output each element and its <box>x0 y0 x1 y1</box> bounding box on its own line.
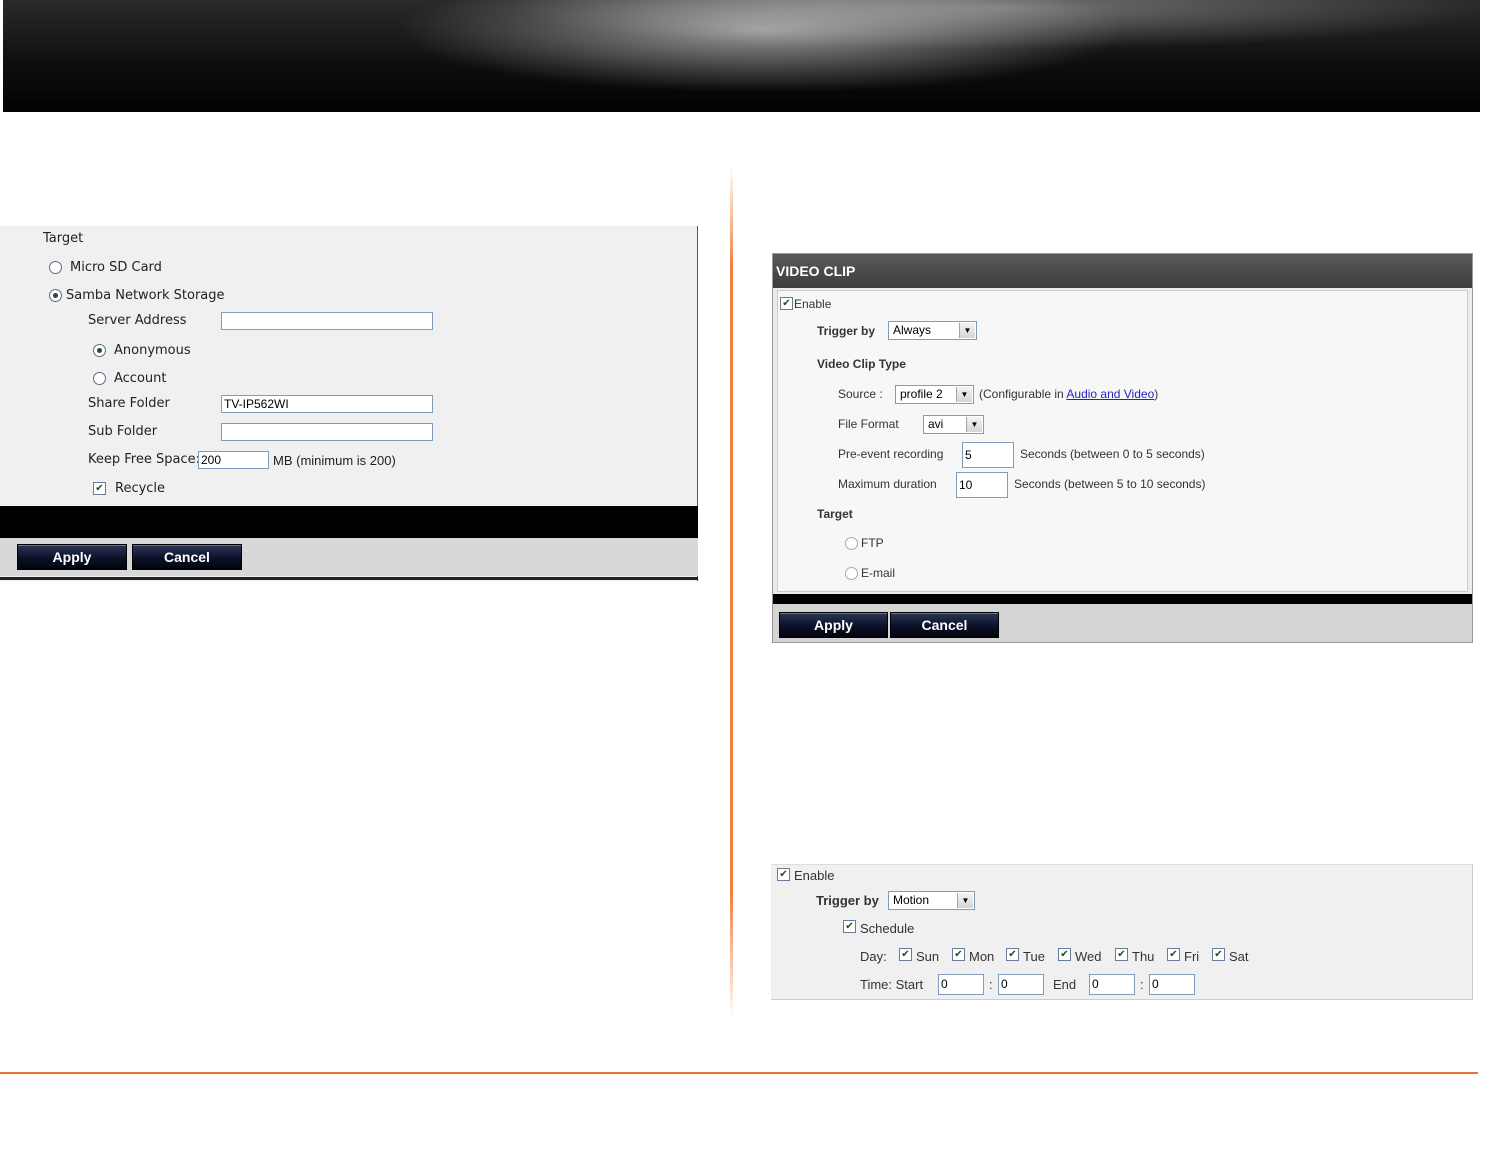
max-duration-input[interactable]: 10 <box>956 472 1008 498</box>
time-colon: : <box>989 977 993 992</box>
ftp-radio[interactable] <box>845 537 858 550</box>
ftp-label: FTP <box>861 536 884 550</box>
pre-event-label: Pre-event recording <box>838 447 944 461</box>
keep-free-input[interactable]: 200 <box>198 451 269 469</box>
apply-button[interactable]: Apply <box>779 612 888 638</box>
keep-free-label: Keep Free Space: <box>88 452 200 467</box>
video-clip-title: VIDEO CLIP <box>773 254 1472 288</box>
day-sun-label: Sun <box>916 949 940 964</box>
anonymous-label: Anonymous <box>114 343 191 358</box>
enable-label: Enable <box>794 297 832 311</box>
end-minute-input[interactable]: 0 <box>1149 974 1195 995</box>
target-label: Target <box>817 507 853 521</box>
day-fri-label: Fri <box>1184 949 1200 964</box>
audio-video-link[interactable]: Audio and Video <box>1066 387 1154 401</box>
target-label: Target <box>43 231 84 246</box>
pre-event-note: Seconds (between 0 to 5 seconds) <box>1020 447 1205 461</box>
day-thu-label: Thu <box>1132 949 1155 964</box>
start-hour-input[interactable]: 0 <box>938 974 984 995</box>
header-banner <box>3 0 1480 112</box>
anonymous-radio[interactable] <box>93 344 106 357</box>
footer-rule <box>0 1072 1478 1074</box>
day-fri-checkbox[interactable]: ✔ <box>1167 948 1180 961</box>
enable-checkbox[interactable]: ✔ <box>777 868 790 881</box>
day-sat-checkbox[interactable]: ✔ <box>1212 948 1225 961</box>
chevron-down-icon: ▼ <box>959 323 975 338</box>
email-radio[interactable] <box>845 567 858 580</box>
chevron-down-icon: ▼ <box>966 417 982 432</box>
account-radio[interactable] <box>93 372 106 385</box>
end-label: End <box>1053 977 1077 992</box>
micro-sd-radio[interactable] <box>49 261 62 274</box>
email-label: E-mail <box>861 566 896 580</box>
start-minute-input[interactable]: 0 <box>998 974 1044 995</box>
time-colon: : <box>1140 977 1144 992</box>
server-address-input[interactable] <box>221 312 433 330</box>
trigger-label: Trigger by <box>816 893 879 908</box>
max-duration-note: Seconds (between 5 to 10 seconds) <box>1014 477 1206 491</box>
chevron-down-icon: ▼ <box>956 387 972 402</box>
day-mon-checkbox[interactable]: ✔ <box>952 948 965 961</box>
cancel-button[interactable]: Cancel <box>890 612 999 638</box>
share-folder-input[interactable]: TV-IP562WI <box>221 395 433 413</box>
sub-folder-label: Sub Folder <box>88 424 158 439</box>
samba-label: Samba Network Storage <box>66 288 225 303</box>
end-hour-input[interactable]: 0 <box>1089 974 1135 995</box>
enable-label: Enable <box>794 868 835 883</box>
file-format-label: File Format <box>838 417 899 431</box>
chevron-down-icon: ▼ <box>957 893 973 908</box>
day-thu-checkbox[interactable]: ✔ <box>1115 948 1128 961</box>
keep-free-unit: MB (minimum is 200) <box>273 453 396 468</box>
source-label: Source : <box>838 387 883 401</box>
pre-event-input[interactable]: 5 <box>962 442 1014 468</box>
recycle-checkbox[interactable]: ✔ <box>93 482 106 495</box>
source-note: (Configurable in Audio and Video) <box>979 387 1159 401</box>
trigger-label: Trigger by <box>817 324 876 338</box>
cancel-button[interactable]: Cancel <box>132 544 242 570</box>
trigger-select[interactable]: Always ▼ <box>888 321 977 340</box>
samba-radio[interactable] <box>49 289 62 302</box>
day-sat-label: Sat <box>1229 949 1249 964</box>
day-sun-checkbox[interactable]: ✔ <box>899 948 912 961</box>
day-wed-label: Wed <box>1075 949 1102 964</box>
share-folder-label: Share Folder <box>88 396 170 411</box>
schedule-label: Schedule <box>860 921 915 936</box>
max-duration-label: Maximum duration <box>838 477 937 491</box>
time-start-label: Time: Start <box>860 977 924 992</box>
sub-folder-input[interactable] <box>221 423 433 441</box>
column-divider <box>730 165 733 1020</box>
micro-sd-label: Micro SD Card <box>70 260 162 275</box>
schedule-checkbox[interactable]: ✔ <box>843 920 856 933</box>
server-address-label: Server Address <box>88 313 187 328</box>
trigger-select[interactable]: Motion ▼ <box>888 891 975 910</box>
apply-button[interactable]: Apply <box>17 544 127 570</box>
enable-checkbox[interactable]: ✔ <box>780 297 793 310</box>
day-mon-label: Mon <box>969 949 995 964</box>
motion-schedule-panel: ✔ Enable Trigger by Motion ▼ ✔ Schedule … <box>771 864 1473 1000</box>
source-select[interactable]: profile 2 ▼ <box>895 385 974 404</box>
clip-type-label: Video Clip Type <box>817 357 906 371</box>
video-clip-panel: VIDEO CLIP ✔ Enable Trigger by Always ▼ … <box>772 253 1473 643</box>
account-label: Account <box>114 371 167 386</box>
recycle-label: Recycle <box>115 481 166 496</box>
file-format-select[interactable]: avi ▼ <box>923 415 984 434</box>
day-label: Day: <box>860 949 887 964</box>
storage-target-panel: Target Micro SD Card Samba Network Stora… <box>0 226 698 581</box>
day-tue-label: Tue <box>1023 949 1045 964</box>
day-wed-checkbox[interactable]: ✔ <box>1058 948 1071 961</box>
day-tue-checkbox[interactable]: ✔ <box>1006 948 1019 961</box>
